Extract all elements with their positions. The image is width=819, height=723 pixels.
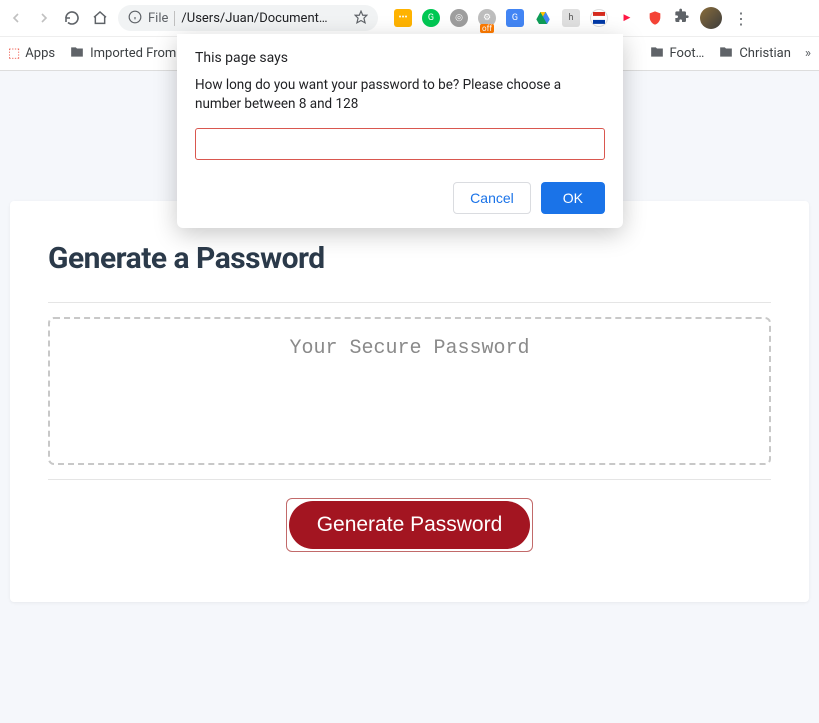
home-button[interactable] — [90, 8, 110, 28]
bookmark-folder-foot[interactable]: Foot… — [649, 45, 705, 63]
apps-bookmark[interactable]: ⬚ Apps — [8, 46, 55, 61]
separator — [48, 479, 771, 480]
overflow-menu-icon[interactable]: ⋮ — [732, 9, 750, 28]
extension-icons: ••• G ◎ ⚙ G h ▶ ⋮ — [394, 7, 750, 29]
page-title: Generate a Password — [48, 241, 771, 276]
separator — [48, 302, 771, 303]
bookmark-star-icon[interactable] — [354, 9, 368, 28]
apps-icon: ⬚ — [8, 46, 20, 61]
url-path: /Users/Juan/Document… — [181, 11, 348, 26]
ok-button[interactable]: OK — [541, 182, 605, 214]
extension-icon[interactable]: ••• — [394, 9, 412, 27]
bookmark-label: Foot… — [670, 46, 705, 61]
folder-icon — [649, 45, 665, 63]
folder-icon — [69, 45, 85, 63]
extensions-puzzle-icon[interactable] — [674, 8, 690, 28]
bookmark-label: Christian — [739, 46, 791, 61]
extension-off-icon[interactable]: ⚙ — [478, 9, 496, 27]
extension-icon[interactable] — [590, 9, 608, 27]
profile-avatar[interactable] — [700, 7, 722, 29]
url-scheme: File — [148, 11, 175, 26]
cancel-button[interactable]: Cancel — [453, 182, 531, 214]
grammarly-icon[interactable]: G — [422, 9, 440, 27]
bookmarks-overflow-icon[interactable]: » — [805, 46, 811, 61]
password-placeholder: Your Secure Password — [289, 337, 529, 360]
bookmark-folder-christian[interactable]: Christian — [718, 45, 791, 63]
google-drive-icon[interactable] — [534, 9, 552, 27]
bookmark-label: Apps — [25, 46, 55, 61]
dialog-input[interactable] — [195, 128, 605, 160]
extension-icon[interactable]: ▶ — [618, 9, 636, 27]
bookmark-folder-imported[interactable]: Imported From F… — [69, 45, 194, 63]
password-output-box: Your Secure Password — [48, 317, 771, 465]
reload-button[interactable] — [62, 8, 82, 28]
google-translate-icon[interactable]: G — [506, 9, 524, 27]
password-card: Generate a Password Your Secure Password… — [10, 201, 809, 602]
dialog-message: How long do you want your password to be… — [195, 76, 605, 114]
folder-icon — [718, 45, 734, 63]
extension-icon[interactable]: ◎ — [450, 9, 468, 27]
forward-button[interactable] — [34, 8, 54, 28]
generate-password-button[interactable]: Generate Password — [289, 501, 531, 549]
info-icon — [128, 9, 142, 28]
toolbar: File /Users/Juan/Document… ••• G ◎ ⚙ G h… — [0, 0, 819, 36]
dialog-title: This page says — [195, 50, 605, 66]
extension-icon[interactable]: h — [562, 9, 580, 27]
ublock-icon[interactable] — [646, 9, 664, 27]
back-button[interactable] — [6, 8, 26, 28]
url-bar[interactable]: File /Users/Juan/Document… — [118, 5, 378, 31]
generate-button-focus-ring: Generate Password — [286, 498, 534, 552]
javascript-prompt-dialog: This page says How long do you want your… — [177, 34, 623, 228]
